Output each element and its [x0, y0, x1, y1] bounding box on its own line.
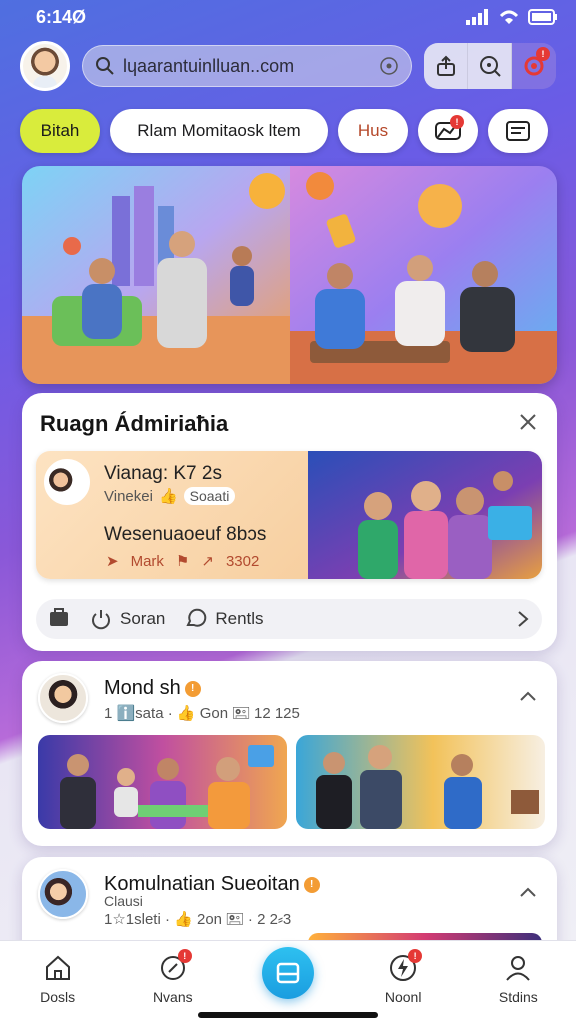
status-time: 6:14Ø	[36, 6, 87, 27]
nav-noonl-label: Noonl	[384, 989, 422, 1005]
discover-button[interactable]	[468, 43, 512, 89]
post-author-name: Mond sh	[104, 677, 181, 699]
home-icon	[45, 955, 70, 980]
nav-home-label: Dosls	[40, 989, 76, 1005]
notification-badge: !	[536, 47, 550, 61]
featured-item[interactable]: Vianag: K7 2s Vinekei 👍 Soaati Wesenuaoe…	[36, 451, 542, 579]
featured-image	[308, 451, 542, 579]
share-button[interactable]	[424, 43, 468, 89]
featured-avatar	[44, 459, 90, 505]
nav-nvans[interactable]: ! Nvans	[128, 949, 218, 1005]
compose-icon	[276, 962, 300, 984]
nav-home[interactable]: Dosls	[13, 951, 103, 1005]
power-icon	[92, 610, 110, 630]
featured-name: Vianag: K7 2s	[104, 463, 222, 484]
chip-rlam[interactable]: Rlam Momitaosk ltem	[110, 109, 328, 153]
thumbs-up-icon: 👍	[158, 488, 178, 505]
wifi-icon	[499, 10, 519, 24]
home-indicator	[198, 1012, 378, 1018]
post-meta: 1 ℹ️sata · 👍 Gon 🖭 12 125	[104, 705, 300, 722]
tag-icon: ➤	[106, 553, 119, 570]
compose-button[interactable]	[261, 947, 314, 999]
comment-icon	[186, 608, 207, 627]
chevron-right-icon[interactable]	[516, 610, 530, 628]
like-icon: ↗	[201, 553, 214, 570]
rentls-label: Rentls	[215, 609, 264, 628]
filter-chips: Bitah Rlam Momitaosk ltem Hus !	[20, 108, 556, 154]
profile-icon	[506, 956, 531, 981]
search-bar[interactable]	[82, 45, 412, 87]
close-icon[interactable]	[517, 411, 539, 433]
post-card: Mond sh ! 1 ℹ️sata · 👍 Gon 🖭 12 125	[22, 661, 557, 846]
chevron-up-icon-2[interactable]	[517, 881, 539, 903]
share-icon	[436, 55, 455, 76]
hero-banner[interactable]	[22, 166, 557, 384]
hero-image-right	[290, 166, 557, 384]
nav-badge-1: !	[177, 949, 192, 963]
nav-profile[interactable]: Stdins	[473, 951, 563, 1005]
chip-bitah[interactable]: Bitah	[20, 109, 100, 153]
voice-icon[interactable]	[379, 56, 399, 76]
bookmark-icon: ⚑	[175, 553, 190, 570]
nav-compose[interactable]	[243, 947, 333, 999]
featured-subtitle: Wesenuaoeuf 8bɔs	[104, 524, 267, 545]
card-title: Ruagn Ádmiriaħia	[40, 411, 229, 436]
avatar[interactable]	[20, 41, 70, 91]
search-icon	[96, 57, 114, 75]
nav-noonl[interactable]: ! Noonl	[358, 949, 448, 1005]
card-actions: Soran Rentls	[36, 599, 542, 639]
chip-hus[interactable]: Hus	[338, 109, 408, 153]
featured-meta-left: Vinekei	[104, 487, 153, 505]
search-input[interactable]	[123, 55, 371, 77]
status-icons	[466, 9, 558, 25]
nav-nvans-label: Nvans	[152, 989, 193, 1005]
featured-foot-left: Mark	[130, 552, 164, 570]
rentls-button[interactable]: Rentls	[185, 608, 264, 630]
hero-image-left	[22, 166, 290, 384]
compass-search-icon	[479, 56, 501, 77]
chevron-up-icon[interactable]	[517, 685, 539, 707]
chip-list[interactable]	[488, 109, 548, 153]
post-author[interactable]: Mond sh !	[104, 677, 201, 700]
chip-badge: !	[450, 115, 464, 129]
featured-footer: ➤ Mark ⚑ ↗ 3302	[106, 552, 260, 571]
featured-info: Vianag: K7 2s Vinekei 👍 Soaati Wesenuaoe…	[36, 451, 308, 579]
nav-profile-label: Stdins	[498, 989, 538, 1005]
featured-foot-right: 3302	[225, 552, 260, 570]
soran-label: Soran	[120, 609, 166, 628]
featured-meta-right: Soaati	[183, 487, 236, 505]
status-bar: 6:14Ø	[0, 0, 576, 34]
top-bar: !	[20, 40, 556, 92]
chip-trend[interactable]: !	[418, 109, 478, 153]
soran-button[interactable]: Soran	[90, 608, 165, 630]
featured-meta: Vinekei 👍 Soaati	[104, 487, 236, 505]
top-actions: !	[424, 43, 556, 89]
post-subtitle-2: Clausi	[104, 893, 143, 909]
post-avatar-2[interactable]	[38, 869, 88, 919]
list-icon	[506, 121, 530, 141]
verified-icon-2: !	[303, 876, 320, 893]
post-photo-2[interactable]	[296, 735, 545, 829]
bag-icon[interactable]	[48, 606, 70, 633]
signal-icon	[466, 9, 488, 25]
community-card: Ruagn Ádmiriaħia Vianag: K7 2s Vinekei 👍…	[22, 393, 557, 651]
post-avatar[interactable]	[38, 673, 88, 723]
nav-badge-2: !	[408, 949, 423, 963]
battery-icon	[528, 9, 557, 25]
post-photo-1[interactable]	[38, 735, 287, 829]
settings-button[interactable]: !	[512, 43, 556, 89]
verified-icon: !	[184, 680, 201, 697]
post-meta-2: 1☆1sleti · 👍 2on 🖭 · 2 2⸗3	[104, 911, 292, 928]
